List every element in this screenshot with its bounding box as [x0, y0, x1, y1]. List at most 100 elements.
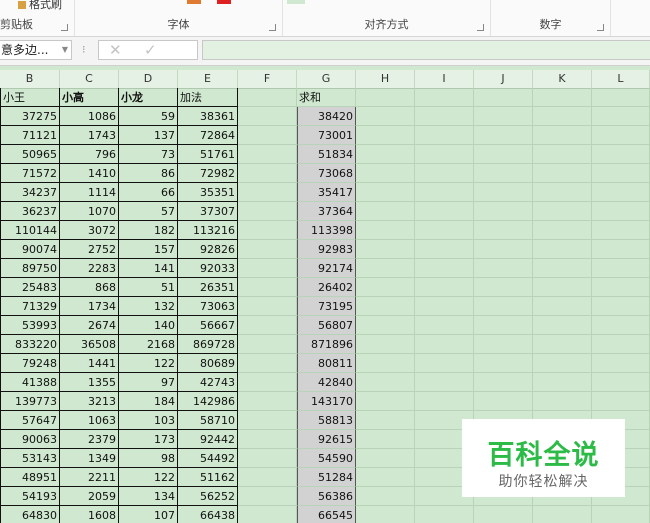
table-cell[interactable]: 73 — [119, 145, 178, 164]
table-cell[interactable] — [474, 316, 533, 335]
table-cell[interactable]: 36237 — [0, 202, 60, 221]
header-cell[interactable] — [592, 88, 650, 107]
table-cell[interactable]: 1063 — [60, 411, 119, 430]
table-cell[interactable] — [592, 240, 650, 259]
table-cell[interactable] — [474, 373, 533, 392]
table-cell[interactable]: 2168 — [119, 335, 178, 354]
table-cell[interactable]: 98 — [119, 449, 178, 468]
table-cell[interactable] — [533, 107, 592, 126]
column-header-g[interactable]: G — [297, 70, 356, 88]
table-cell[interactable] — [533, 354, 592, 373]
alignment-launcher-icon[interactable] — [477, 24, 484, 31]
table-cell[interactable] — [592, 354, 650, 373]
table-cell[interactable] — [356, 240, 415, 259]
table-cell[interactable]: 56807 — [297, 316, 356, 335]
table-cell[interactable]: 2752 — [60, 240, 119, 259]
table-cell[interactable] — [356, 430, 415, 449]
column-header-l[interactable]: L — [592, 70, 650, 88]
table-cell[interactable] — [592, 259, 650, 278]
table-cell[interactable]: 73001 — [297, 126, 356, 145]
table-cell[interactable] — [238, 411, 297, 430]
table-cell[interactable]: 73195 — [297, 297, 356, 316]
confirm-icon[interactable]: ✓ — [144, 41, 157, 59]
table-cell[interactable] — [592, 126, 650, 145]
header-cell[interactable]: 小王 — [0, 88, 60, 107]
table-cell[interactable] — [238, 354, 297, 373]
table-cell[interactable]: 26351 — [178, 278, 238, 297]
table-cell[interactable]: 58710 — [178, 411, 238, 430]
table-cell[interactable]: 66438 — [178, 506, 238, 523]
column-header-b[interactable]: B — [0, 70, 60, 88]
table-cell[interactable] — [415, 259, 474, 278]
table-cell[interactable]: 92615 — [297, 430, 356, 449]
font-color-icon[interactable] — [217, 0, 231, 4]
table-cell[interactable] — [356, 183, 415, 202]
table-cell[interactable] — [415, 126, 474, 145]
wrap-text-icon[interactable] — [287, 0, 305, 4]
table-cell[interactable]: 71329 — [0, 297, 60, 316]
table-cell[interactable] — [356, 202, 415, 221]
table-cell[interactable] — [238, 297, 297, 316]
table-cell[interactable] — [533, 373, 592, 392]
table-cell[interactable] — [356, 411, 415, 430]
table-cell[interactable] — [592, 107, 650, 126]
table-cell[interactable]: 53143 — [0, 449, 60, 468]
table-cell[interactable]: 137 — [119, 126, 178, 145]
column-header-h[interactable]: H — [356, 70, 415, 88]
table-cell[interactable]: 1410 — [60, 164, 119, 183]
table-cell[interactable]: 54492 — [178, 449, 238, 468]
table-cell[interactable]: 3072 — [60, 221, 119, 240]
table-cell[interactable] — [356, 316, 415, 335]
table-cell[interactable] — [474, 145, 533, 164]
table-cell[interactable] — [474, 506, 533, 523]
table-cell[interactable] — [415, 335, 474, 354]
table-cell[interactable]: 51761 — [178, 145, 238, 164]
table-cell[interactable]: 53993 — [0, 316, 60, 335]
table-cell[interactable] — [415, 202, 474, 221]
table-cell[interactable] — [533, 145, 592, 164]
table-cell[interactable]: 79248 — [0, 354, 60, 373]
table-cell[interactable]: 36508 — [60, 335, 119, 354]
chevron-down-icon[interactable]: ▼ — [62, 41, 68, 59]
table-cell[interactable]: 38361 — [178, 107, 238, 126]
table-cell[interactable] — [533, 126, 592, 145]
table-cell[interactable]: 51834 — [297, 145, 356, 164]
table-cell[interactable] — [592, 297, 650, 316]
table-cell[interactable]: 140 — [119, 316, 178, 335]
table-cell[interactable] — [533, 297, 592, 316]
column-header-j[interactable]: J — [474, 70, 533, 88]
table-cell[interactable] — [415, 392, 474, 411]
table-cell[interactable]: 92826 — [178, 240, 238, 259]
table-cell[interactable] — [356, 468, 415, 487]
cancel-icon[interactable]: ✕ — [109, 41, 122, 59]
table-cell[interactable] — [415, 373, 474, 392]
table-cell[interactable]: 134 — [119, 487, 178, 506]
table-cell[interactable] — [474, 164, 533, 183]
table-cell[interactable]: 833220 — [0, 335, 60, 354]
table-cell[interactable] — [356, 278, 415, 297]
table-cell[interactable]: 869728 — [178, 335, 238, 354]
table-cell[interactable] — [356, 126, 415, 145]
table-cell[interactable] — [356, 487, 415, 506]
table-cell[interactable]: 2379 — [60, 430, 119, 449]
format-painter-button[interactable]: 格式刷 — [18, 0, 62, 12]
table-cell[interactable] — [474, 278, 533, 297]
column-header-e[interactable]: E — [178, 70, 238, 88]
table-cell[interactable] — [474, 183, 533, 202]
header-cell[interactable] — [415, 88, 474, 107]
table-cell[interactable] — [474, 392, 533, 411]
table-cell[interactable] — [533, 164, 592, 183]
table-cell[interactable] — [592, 145, 650, 164]
table-cell[interactable] — [533, 392, 592, 411]
table-cell[interactable] — [238, 259, 297, 278]
table-cell[interactable]: 90063 — [0, 430, 60, 449]
table-cell[interactable]: 868 — [60, 278, 119, 297]
table-cell[interactable] — [238, 373, 297, 392]
table-cell[interactable] — [415, 240, 474, 259]
table-cell[interactable]: 56667 — [178, 316, 238, 335]
table-cell[interactable] — [238, 107, 297, 126]
table-cell[interactable] — [415, 506, 474, 523]
table-cell[interactable]: 80689 — [178, 354, 238, 373]
column-header-i[interactable]: I — [415, 70, 474, 88]
table-cell[interactable]: 56386 — [297, 487, 356, 506]
